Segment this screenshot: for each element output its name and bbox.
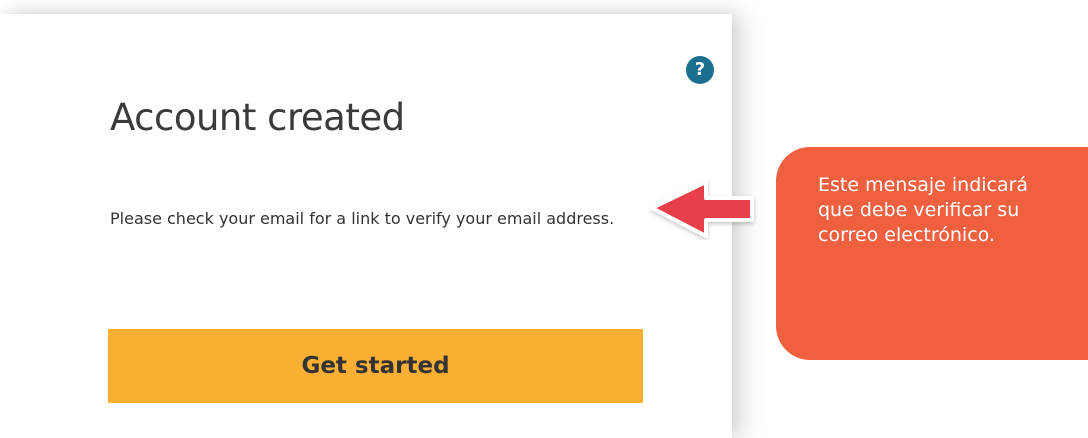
left-arrow-icon bbox=[650, 180, 754, 238]
page-title: Account created bbox=[110, 96, 405, 139]
account-created-dialog: ? Account created Please check your emai… bbox=[0, 14, 732, 438]
annotation-text: Este mensaje indicará que debe verificar… bbox=[818, 174, 1029, 246]
arrow-shape bbox=[650, 180, 754, 238]
get-started-button[interactable]: Get started bbox=[108, 329, 643, 403]
annotation-callout: Este mensaje indicará que debe verificar… bbox=[776, 147, 1088, 360]
help-question-icon[interactable]: ? bbox=[686, 56, 714, 84]
verification-message: Please check your email for a link to ve… bbox=[110, 209, 615, 228]
